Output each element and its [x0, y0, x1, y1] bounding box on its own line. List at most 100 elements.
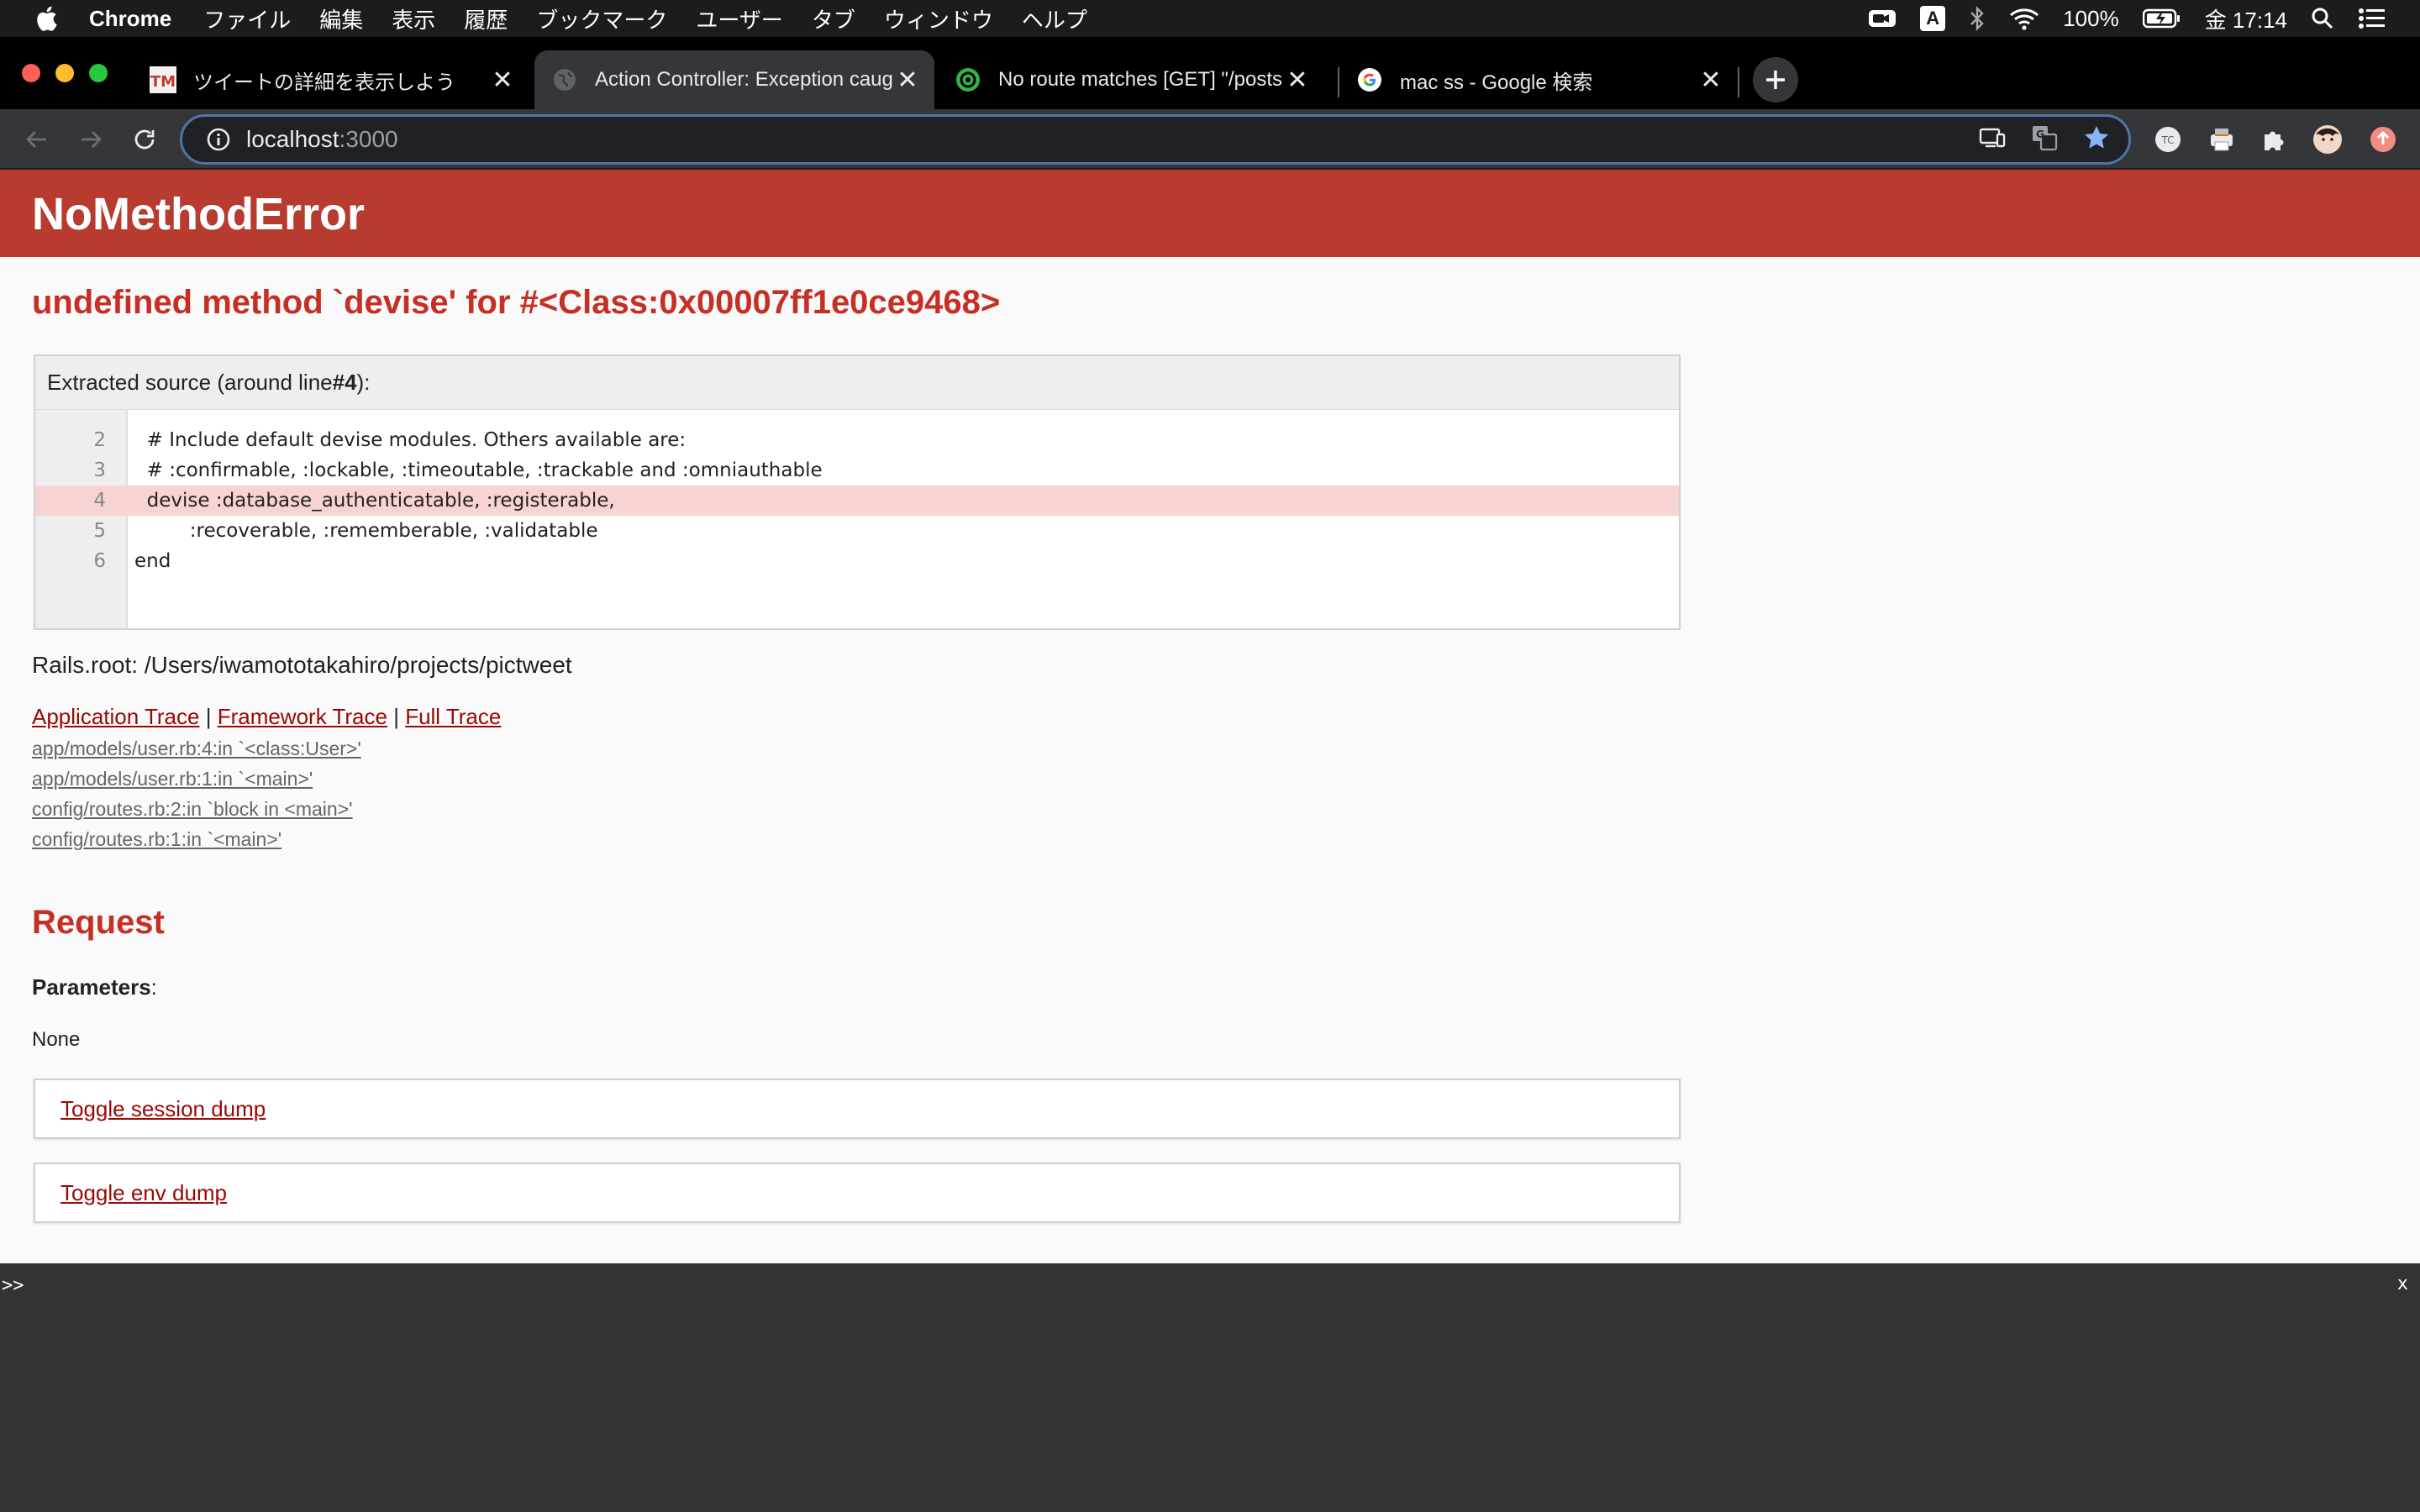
svg-text:TM: TM: [150, 73, 176, 91]
tab-title: Action Controller: Exception caught: [595, 68, 892, 91]
parameters-label-text: Parameters: [32, 974, 151, 1000]
browser-tab-1[interactable]: TM ツイートの詳細を表示しよう ✕: [133, 50, 529, 109]
trace-frame-link[interactable]: config/routes.rb:1:in `<main>': [32, 828, 281, 851]
address-bar[interactable]: localhost:3000 G: [180, 114, 2131, 165]
forward-button[interactable]: [72, 121, 109, 158]
browser-tab-3[interactable]: No route matches [GET] "/posts" ✕: [938, 50, 1324, 109]
menu-help[interactable]: ヘルプ: [1022, 3, 1087, 34]
extension-printer-icon[interactable]: [2207, 124, 2237, 155]
menu-view[interactable]: 表示: [392, 3, 435, 34]
wifi-icon[interactable]: [2009, 7, 2039, 30]
parameters-label: Parameters:: [32, 974, 157, 1000]
bookmark-star-icon[interactable]: [2083, 124, 2110, 155]
globe-icon: [551, 66, 578, 93]
toggle-session-dump-link[interactable]: Toggle session dump: [60, 1096, 266, 1122]
extracted-source-box: Extracted source (around line #4): 2 # I…: [34, 354, 1681, 630]
source-line: 6 end: [35, 546, 1679, 576]
back-button[interactable]: [18, 121, 55, 158]
application-trace-link[interactable]: Application Trace: [32, 704, 199, 729]
menu-history[interactable]: 履歴: [464, 3, 508, 34]
svg-text:TC: TC: [2160, 134, 2174, 146]
battery-percent: 100%: [2063, 5, 2119, 31]
tab-close-icon[interactable]: ✕: [487, 65, 518, 95]
plus-icon: [1766, 71, 1785, 89]
reload-icon: [134, 129, 155, 150]
address-bar-actions: G: [1979, 117, 2110, 162]
error-header: NoMethodError: [0, 170, 2420, 257]
window-close-button[interactable]: [22, 64, 40, 82]
menu-bookmarks[interactable]: ブックマーク: [536, 3, 667, 34]
menu-file[interactable]: ファイル: [203, 3, 291, 34]
trace-frame-link[interactable]: config/routes.rb:2:in `block in <main>': [32, 798, 353, 821]
cast-device-icon[interactable]: [1979, 126, 2006, 154]
line-code: :recoverable, :rememberable, :validatabl…: [134, 520, 598, 542]
menu-window[interactable]: ウィンドウ: [884, 3, 993, 34]
browser-tab-2-active[interactable]: Action Controller: Exception caught ✕: [534, 50, 934, 109]
framework-trace-link[interactable]: Framework Trace: [218, 704, 387, 729]
toggle-env-dump-link[interactable]: Toggle env dump: [60, 1180, 227, 1206]
console-prompt[interactable]: >>: [2, 1275, 24, 1296]
console-close-button[interactable]: x: [2397, 1273, 2408, 1294]
extensions-puzzle-icon[interactable]: [2259, 124, 2289, 155]
line-number: 3: [93, 459, 106, 481]
rails-root-path: Rails.root: /Users/iwamototakahiro/proje…: [32, 652, 572, 678]
google-g-icon: [1356, 66, 1383, 93]
error-message: undefined method `devise' for #<Class:0x…: [32, 284, 1001, 321]
arrow-left-icon: [26, 131, 46, 148]
source-header-prefix: Extracted source (around line: [47, 370, 333, 395]
source-line: 5 :recoverable, :rememberable, :validata…: [35, 516, 1679, 546]
source-line: 2 # Include default devise modules. Othe…: [35, 425, 1679, 455]
web-console[interactable]: >> x: [0, 1263, 2420, 1512]
menu-bar-clock[interactable]: 金 17:14: [2205, 3, 2287, 34]
trace-frame-link[interactable]: app/models/user.rb:4:in `<class:User>': [32, 738, 361, 760]
line-code: # :confirmable, :lockable, :timeoutable,…: [134, 459, 823, 481]
url-port: :3000: [339, 126, 398, 152]
reload-button[interactable]: [126, 121, 163, 158]
profile-avatar[interactable]: [2312, 124, 2343, 155]
new-tab-button[interactable]: [1753, 57, 1798, 102]
input-source-indicator[interactable]: A: [1920, 6, 1946, 31]
menu-app-name[interactable]: Chrome: [89, 6, 171, 32]
extension-tc-icon[interactable]: TC: [2153, 124, 2183, 155]
tab-title: mac ss - Google 検索: [1400, 71, 1593, 94]
source-header-line: #4: [332, 370, 357, 395]
window-minimize-button[interactable]: [55, 64, 74, 82]
error-title: NoMethodError: [32, 189, 365, 239]
menu-profiles[interactable]: ユーザー: [696, 3, 782, 34]
control-center-icon[interactable]: [2358, 8, 2386, 29]
tab-close-icon[interactable]: ✕: [1696, 65, 1726, 95]
tab-close-icon[interactable]: ✕: [1282, 65, 1313, 95]
apple-icon[interactable]: [35, 6, 57, 31]
session-dump-box: Toggle session dump: [34, 1079, 1681, 1139]
tab-close-icon[interactable]: ✕: [892, 65, 923, 95]
window-zoom-button[interactable]: [89, 64, 108, 82]
menu-tab[interactable]: タブ: [812, 3, 855, 34]
video-camera-icon[interactable]: [1868, 8, 1897, 29]
trace-selector: Application Trace | Framework Trace | Fu…: [32, 704, 501, 730]
line-code: end: [134, 550, 171, 572]
parameters-label-colon: :: [150, 974, 157, 1000]
source-header-suffix: ):: [356, 370, 371, 395]
address-bar-url[interactable]: localhost:3000: [246, 126, 398, 153]
translate-icon[interactable]: G: [2031, 124, 2058, 155]
battery-icon[interactable]: [2142, 8, 2181, 29]
browser-toolbar: localhost:3000 G TC: [0, 109, 2420, 170]
url-host: localhost: [246, 126, 339, 152]
site-info-icon[interactable]: [206, 127, 231, 152]
spotlight-search-icon[interactable]: [2311, 7, 2334, 30]
full-trace-link[interactable]: Full Trace: [405, 704, 501, 729]
update-badge-icon[interactable]: [2368, 124, 2398, 155]
bluetooth-icon[interactable]: [1969, 6, 1986, 31]
browser-tab-strip: TM ツイートの詳細を表示しよう ✕ Action Controller: Ex…: [0, 37, 2420, 109]
trace-frame-link[interactable]: app/models/user.rb:1:in `<main>': [32, 768, 313, 790]
source-line: 3 # :confirmable, :lockable, :timeoutabl…: [35, 455, 1679, 486]
menu-edit[interactable]: 編集: [319, 3, 363, 34]
input-source-label: A: [1920, 6, 1946, 31]
tm-icon: TM: [150, 66, 176, 93]
browser-tab-4[interactable]: mac ss - Google 検索 ✕: [1339, 50, 1738, 109]
line-number: 4: [35, 490, 118, 512]
extracted-source-header: Extracted source (around line #4):: [35, 356, 1679, 410]
request-section-title: Request: [32, 904, 165, 941]
line-number: 5: [93, 520, 106, 542]
env-dump-box: Toggle env dump: [34, 1163, 1681, 1223]
